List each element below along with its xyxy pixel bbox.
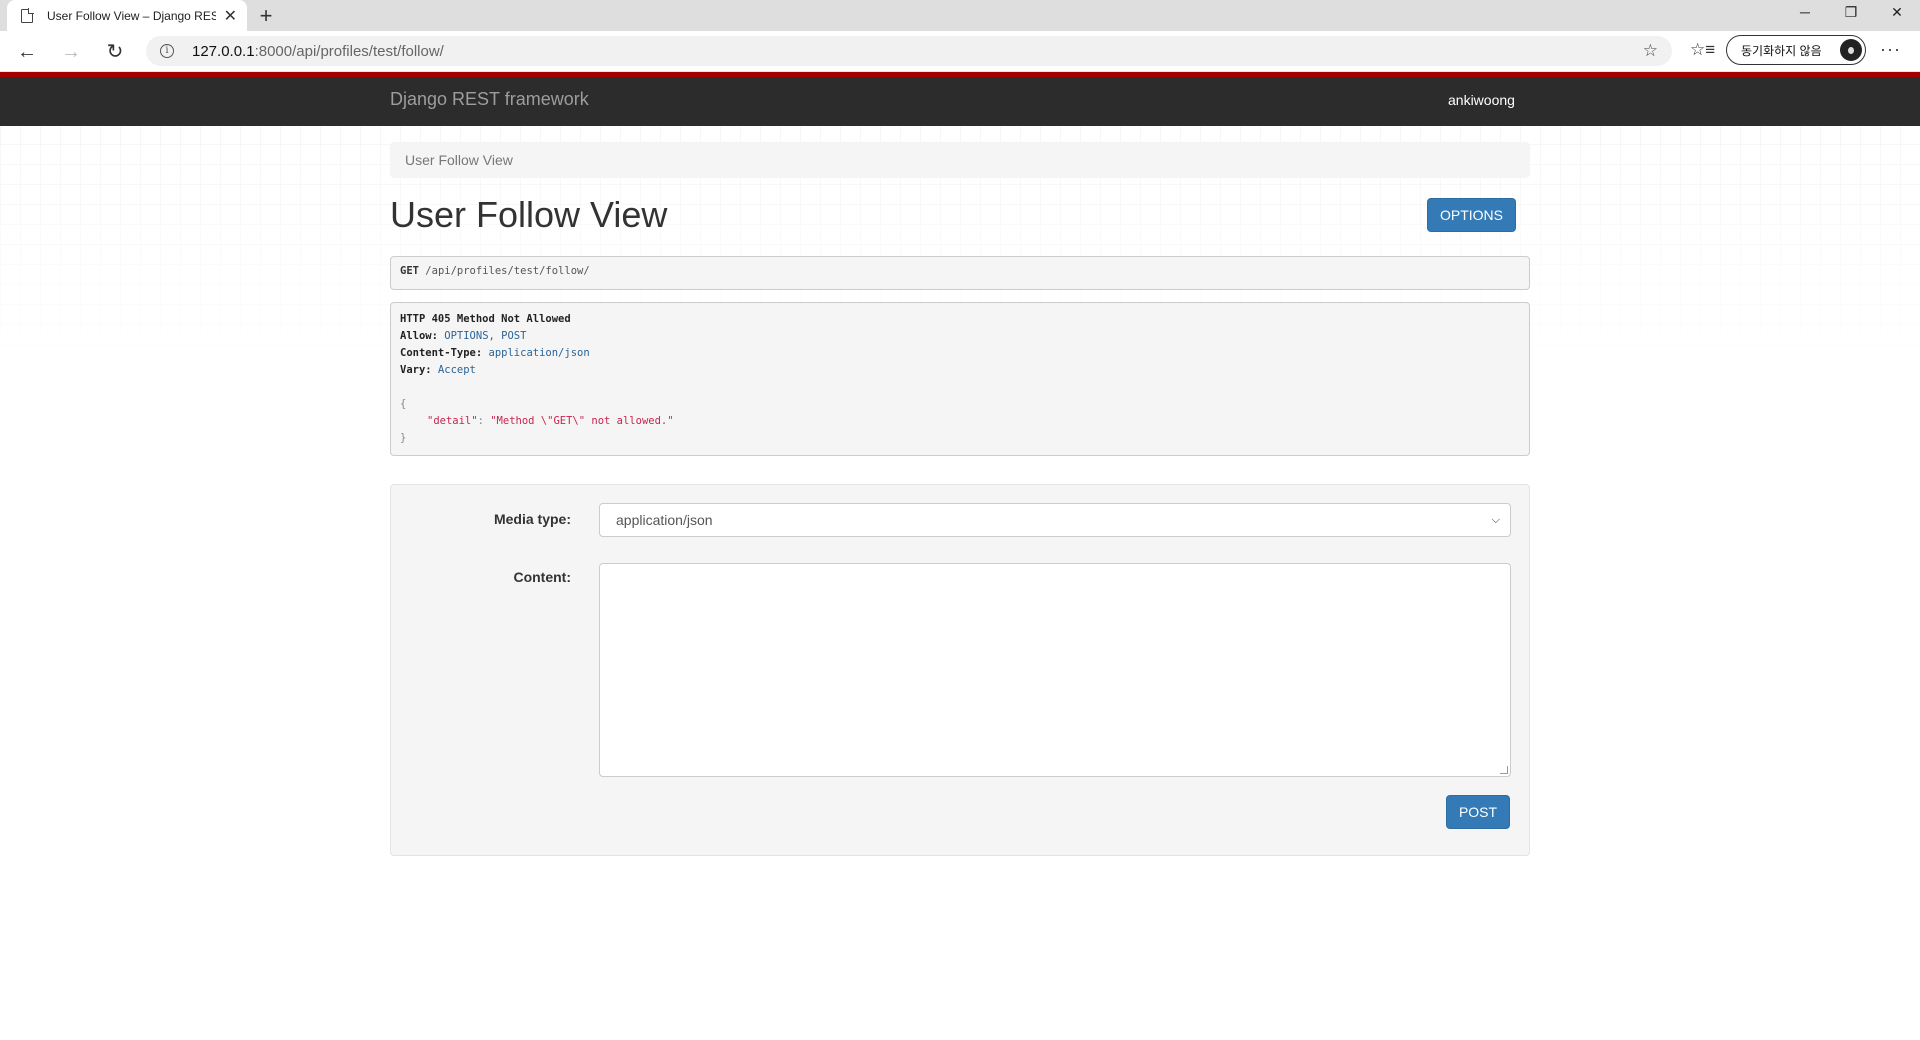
navbar: Django REST framework ankiwoong (0, 72, 1920, 126)
avatar (1840, 39, 1862, 61)
resize-handle-icon[interactable] (1500, 766, 1508, 774)
json-key: "detail" (427, 415, 478, 427)
json-value: "Method \"GET\" not allowed." (490, 415, 674, 427)
header-value: Accept (437, 364, 476, 376)
json-brace-open: { (400, 398, 407, 410)
page-title: User Follow View (390, 194, 668, 235)
content-textarea[interactable] (599, 563, 1511, 777)
url-host: 127.0.0.1 (192, 42, 255, 60)
header-key: Vary: (400, 364, 432, 376)
media-type-label: Media type: (493, 511, 571, 527)
close-window-icon[interactable]: ✕ (1874, 0, 1920, 28)
address-bar[interactable]: i 127.0.0.1:8000/api/profiles/test/follo… (146, 36, 1672, 66)
brand-link[interactable]: Django REST framework (390, 89, 589, 110)
json-separator: : (477, 415, 491, 427)
browser-toolbar: ← → ↻ i 127.0.0.1:8000/api/profiles/test… (0, 31, 1920, 72)
url-path: :8000/api/profiles/test/follow/ (254, 42, 444, 60)
info-icon[interactable]: i (160, 44, 174, 58)
header-value: application/json (488, 347, 590, 359)
media-type-select[interactable]: application/json ⌵ (599, 503, 1511, 537)
star-icon[interactable]: ☆ (1643, 41, 1658, 61)
post-form: Media type: application/json ⌵ Content: … (390, 484, 1530, 856)
more-icon[interactable]: ··· (1880, 39, 1901, 60)
browser-tabstrip: User Follow View – Django REST ✕ + ─ ❐ ✕ (0, 0, 1920, 31)
user-menu[interactable]: ankiwoong (1448, 92, 1515, 108)
profile-label: 동기화하지 않음 (1741, 43, 1822, 58)
response-status: HTTP 405 Method Not Allowed (400, 313, 571, 325)
json-brace-close: } (400, 432, 407, 444)
request-info: GET /api/profiles/test/follow/ (390, 256, 1530, 290)
header-value: OPTIONS, POST (444, 330, 527, 342)
options-button[interactable]: OPTIONS (1427, 198, 1516, 232)
page-icon (21, 7, 34, 23)
request-path: /api/profiles/test/follow/ (425, 265, 590, 277)
tab-title: User Follow View – Django REST (47, 8, 216, 23)
new-tab-icon[interactable]: + (252, 3, 280, 29)
request-method: GET (400, 265, 419, 277)
favorites-icon[interactable]: ☆≡ (1690, 40, 1715, 60)
breadcrumb-item[interactable]: User Follow View (405, 152, 513, 168)
back-icon[interactable]: ← (12, 38, 42, 66)
response-info: HTTP 405 Method Not Allowed Allow: OPTIO… (390, 302, 1530, 456)
header-key: Content-Type: (400, 347, 483, 359)
close-tab-icon[interactable]: ✕ (224, 6, 237, 26)
page-content: Django REST framework ankiwoong User Fol… (0, 72, 1920, 1040)
content-label: Content: (513, 569, 571, 585)
browser-tab[interactable]: User Follow View – Django REST ✕ (7, 0, 247, 31)
forward-icon[interactable]: → (56, 38, 86, 66)
breadcrumb: User Follow View (390, 142, 1530, 178)
minimize-icon[interactable]: ─ (1782, 0, 1828, 28)
reload-icon[interactable]: ↻ (100, 38, 130, 66)
restore-icon[interactable]: ❐ (1828, 0, 1874, 28)
media-type-value: application/json (616, 512, 713, 528)
chevron-down-icon: ⌵ (1491, 514, 1500, 526)
header-key: Allow: (400, 330, 438, 342)
post-button[interactable]: POST (1446, 795, 1510, 829)
profile-button[interactable]: 동기화하지 않음 (1726, 35, 1866, 65)
